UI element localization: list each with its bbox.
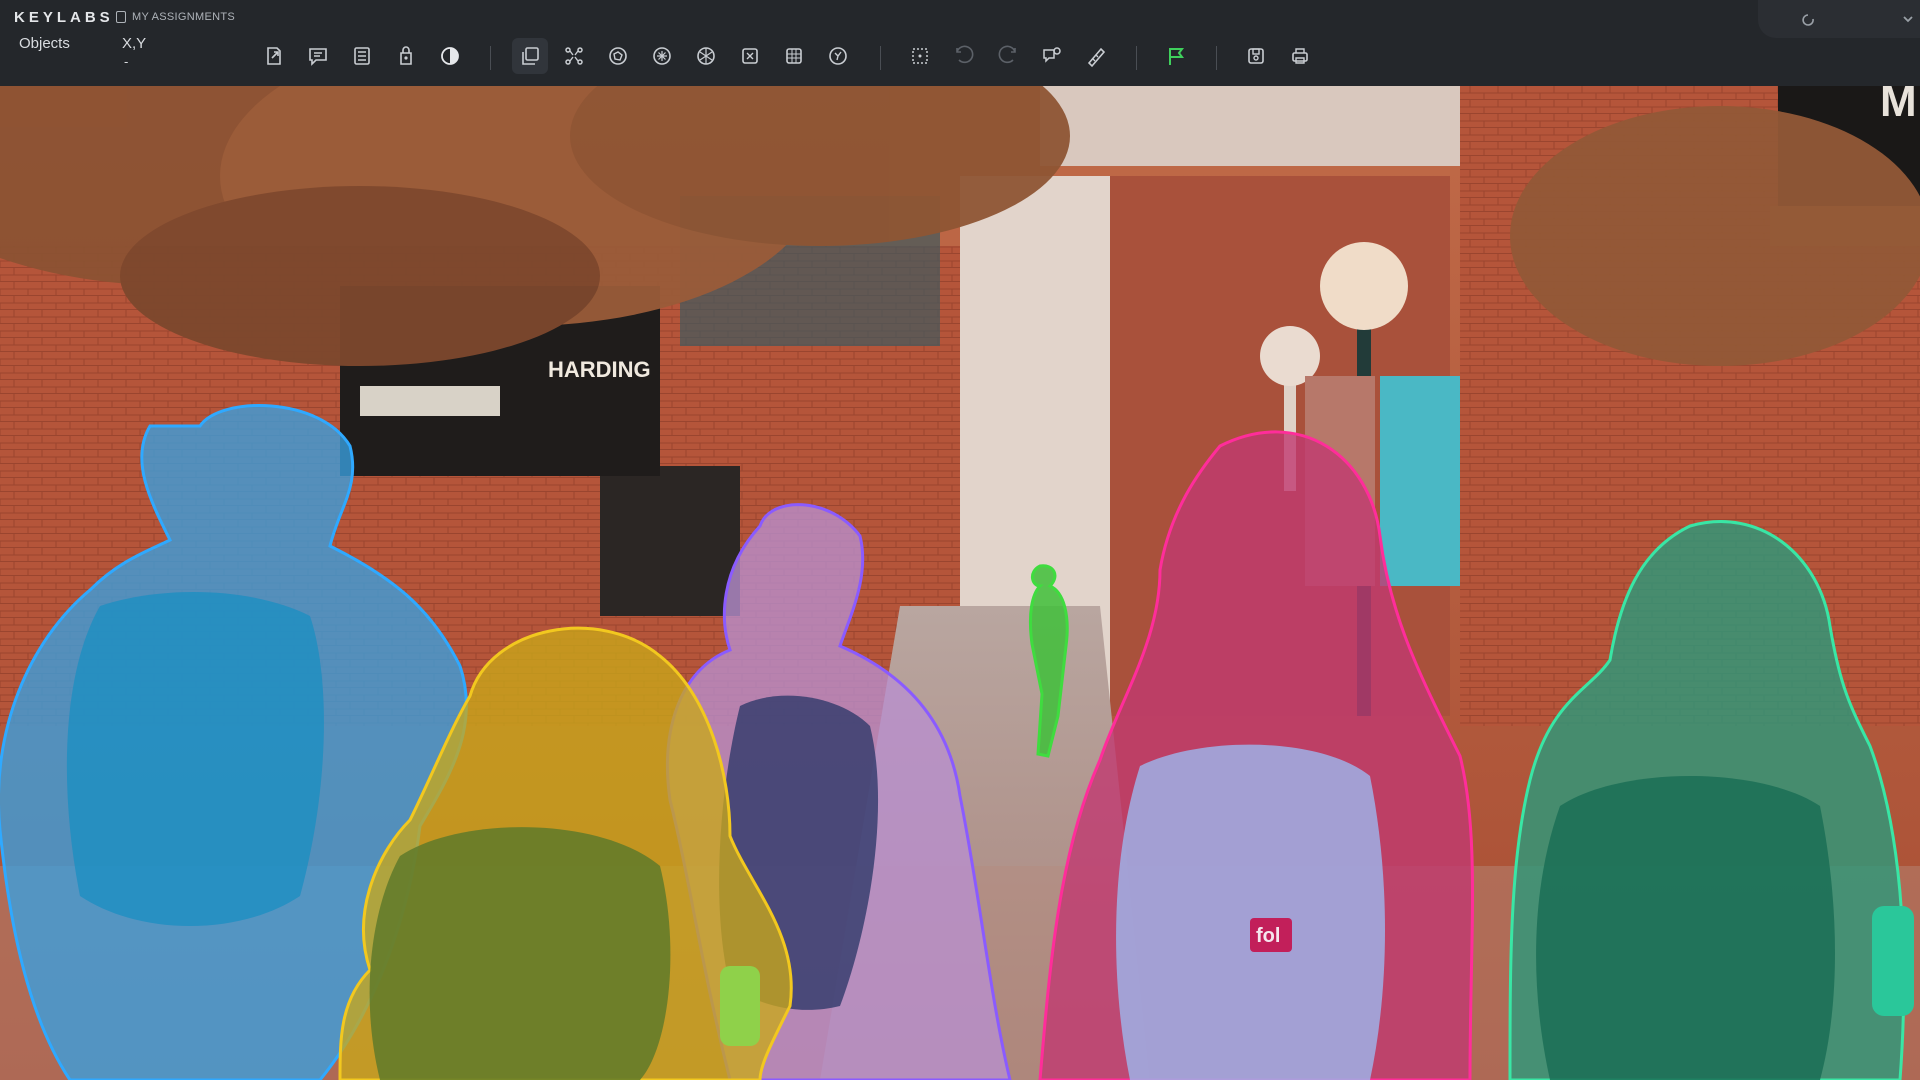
contrast-icon[interactable] <box>432 38 468 74</box>
flag-icon[interactable] <box>1158 38 1194 74</box>
lamp-globe <box>1320 242 1408 330</box>
refresh-icon <box>1802 14 1814 26</box>
save-icon[interactable] <box>1238 38 1274 74</box>
toolbar-divider <box>1136 46 1137 70</box>
window-dark <box>600 466 740 616</box>
toolbar-divider <box>1216 46 1217 70</box>
building-entrance-top <box>1040 86 1460 166</box>
top-bar: KEYLABS MY ASSIGNMENTS Objects X,Y - <box>0 0 1920 86</box>
rotate-icon[interactable] <box>820 38 856 74</box>
banner-text: HARDING <box>548 357 651 382</box>
brush-icon[interactable] <box>644 38 680 74</box>
undo-icon[interactable] <box>946 38 982 74</box>
user-menu[interactable] <box>1758 0 1920 38</box>
ruler-icon[interactable] <box>1078 38 1114 74</box>
objects-tab[interactable]: Objects <box>19 35 70 52</box>
image-canvas[interactable]: HARDING M fol <box>0 86 1920 1080</box>
teal-bottle <box>1872 906 1914 1016</box>
brand-logo: KEYLABS <box>14 9 114 26</box>
user-menu-controls <box>1802 14 1913 26</box>
list-icon[interactable] <box>344 38 380 74</box>
print-icon[interactable] <box>1282 38 1318 74</box>
upload-icon[interactable] <box>388 38 424 74</box>
backpack-teal <box>1536 776 1835 1080</box>
bounding-box-icon[interactable] <box>776 38 812 74</box>
toolbar-divider <box>880 46 881 70</box>
grid-icon[interactable] <box>688 38 724 74</box>
patch-text: fol <box>1256 925 1280 947</box>
polygon-icon[interactable] <box>600 38 636 74</box>
backpack-blue <box>66 592 324 926</box>
xy-value: - <box>124 54 129 69</box>
point-icon[interactable] <box>1034 38 1070 74</box>
banner-strip <box>360 386 500 416</box>
skeleton-icon[interactable] <box>556 38 592 74</box>
focus-icon[interactable] <box>902 38 938 74</box>
document-icon <box>116 11 126 23</box>
export-icon[interactable] <box>256 38 292 74</box>
redo-icon[interactable] <box>990 38 1026 74</box>
backpack-patterned <box>1116 744 1385 1080</box>
magic-select-icon[interactable] <box>732 38 768 74</box>
backpack-olive <box>369 827 671 1080</box>
toolbar-divider <box>490 46 491 70</box>
annotated-photo: HARDING M fol <box>0 86 1920 1080</box>
my-assignments-label: MY ASSIGNMENTS <box>132 11 236 23</box>
water-bottle <box>720 966 760 1046</box>
corner-sign-text: M <box>1880 86 1917 126</box>
xy-label: X,Y <box>122 35 147 52</box>
poster-banner <box>1380 376 1460 586</box>
comment-icon[interactable] <box>300 38 336 74</box>
my-assignments-link[interactable]: MY ASSIGNMENTS <box>116 11 235 23</box>
copy-layers-icon[interactable] <box>512 38 548 74</box>
chevron-down-icon <box>1903 16 1913 23</box>
